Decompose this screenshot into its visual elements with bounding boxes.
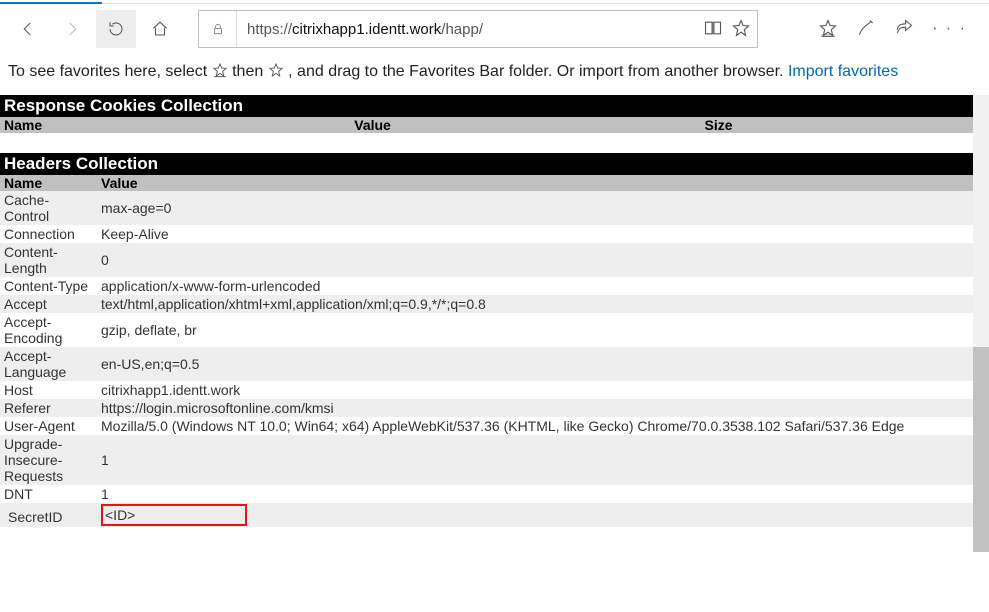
table-row-highlighted: SecretID <ID>: [0, 503, 973, 527]
notes-icon[interactable]: [856, 18, 876, 41]
table-row: Refererhttps://login.microsoftonline.com…: [0, 399, 973, 417]
section-gap: [0, 133, 973, 153]
fav-text-mid1: then: [232, 63, 268, 80]
table-row: Accepttext/html,application/xhtml+xml,ap…: [0, 295, 973, 313]
hdr-name: Referer: [0, 399, 97, 417]
table-row: User-AgentMozilla/5.0 (Windows NT 10.0; …: [0, 417, 973, 435]
hdr-value: 1: [97, 485, 973, 503]
cookies-title: Response Cookies Collection: [0, 95, 973, 117]
highlight-annotation: <ID>: [101, 504, 247, 526]
col-cookie-size: Size: [701, 117, 973, 133]
hdr-value: 1: [97, 435, 973, 485]
lock-icon: [199, 11, 237, 47]
cookies-header-row: Name Value Size: [0, 117, 973, 133]
table-row: Hostcitrixhapp1.identt.work: [0, 381, 973, 399]
table-row: Content-Typeapplication/x-www-form-urlen…: [0, 277, 973, 295]
hdr-name: Accept-Language: [0, 347, 97, 381]
headers-title: Headers Collection: [0, 153, 973, 175]
cookies-table: Name Value Size: [0, 117, 973, 133]
address-bar[interactable]: https://citrixhapp1.identt.work/happ/: [198, 10, 758, 48]
hdr-value: gzip, deflate, br: [97, 313, 973, 347]
hdr-name: Content-Type: [0, 277, 97, 295]
table-row: Cache-Controlmax-age=0: [0, 191, 973, 225]
hdr-value: application/x-www-form-urlencoded: [97, 277, 973, 295]
page-content: Response Cookies Collection Name Value S…: [0, 95, 973, 552]
active-tab-indicator: [0, 2, 102, 4]
url-host: citrixhapp1.identt.work: [292, 21, 441, 38]
hdr-name: Host: [0, 381, 97, 399]
table-row: Accept-Encodinggzip, deflate, br: [0, 313, 973, 347]
forward-button[interactable]: [52, 10, 92, 48]
favorites-hint: To see favorites here, select then , and…: [0, 58, 989, 95]
fav-text-prefix: To see favorites here, select: [8, 63, 212, 80]
browser-toolbar: https://citrixhapp1.identt.work/happ/ · …: [0, 4, 989, 58]
content-row: Response Cookies Collection Name Value S…: [0, 95, 989, 552]
hdr-name: Upgrade-Insecure-Requests: [0, 435, 97, 485]
star-small-2-icon: [268, 62, 284, 83]
more-icon[interactable]: · · ·: [932, 20, 967, 38]
refresh-button[interactable]: [96, 10, 136, 48]
share-icon[interactable]: [894, 18, 914, 41]
hdr-value: citrixhapp1.identt.work: [97, 381, 973, 399]
hdr-name: Accept-Encoding: [0, 313, 97, 347]
hdr-value: Mozilla/5.0 (Windows NT 10.0; Win64; x64…: [97, 417, 973, 435]
scrollbar-thumb[interactable]: [973, 347, 989, 552]
hdr-name: SecretID: [4, 505, 93, 525]
star-small-1-icon: [212, 62, 228, 83]
url-path: /happ/: [441, 21, 483, 38]
headers-table: Name Value Cache-Controlmax-age=0 Connec…: [0, 175, 973, 527]
hdr-value: en-US,en;q=0.5: [97, 347, 973, 381]
hdr-value: <ID>: [105, 507, 135, 523]
table-row: Content-Length0: [0, 243, 973, 277]
url-scheme: https://: [247, 21, 292, 38]
hdr-value: Keep-Alive: [97, 225, 973, 243]
hdr-value: max-age=0: [97, 191, 973, 225]
hdr-value: https://login.microsoftonline.com/kmsi: [97, 399, 973, 417]
import-favorites-link[interactable]: Import favorites: [788, 63, 898, 80]
hdr-name: User-Agent: [0, 417, 97, 435]
favorite-star-icon[interactable]: [731, 18, 751, 41]
col-cookie-value: Value: [350, 117, 700, 133]
home-button[interactable]: [140, 10, 180, 48]
url-text[interactable]: https://citrixhapp1.identt.work/happ/: [237, 21, 703, 38]
hdr-name: Content-Length: [0, 243, 97, 277]
tab-strip: [0, 0, 989, 4]
table-row: DNT1: [0, 485, 973, 503]
back-button[interactable]: [8, 10, 48, 48]
scrollbar-track[interactable]: [973, 95, 989, 552]
hdr-value: 0: [97, 243, 973, 277]
fav-text-mid2: , and drag to the Favorites Bar folder. …: [288, 63, 788, 80]
col-header-name: Name: [0, 175, 97, 191]
hdr-name: DNT: [0, 485, 97, 503]
hdr-name: Cache-Control: [0, 191, 97, 225]
table-row: Accept-Languageen-US,en;q=0.5: [0, 347, 973, 381]
hdr-name: Accept: [0, 295, 97, 313]
hdr-value: text/html,application/xhtml+xml,applicat…: [97, 295, 973, 313]
col-cookie-name: Name: [0, 117, 350, 133]
favorites-panel-icon[interactable]: [818, 18, 838, 41]
toolbar-right-icons: · · ·: [818, 18, 981, 41]
table-row: ConnectionKeep-Alive: [0, 225, 973, 243]
hdr-name: Connection: [0, 225, 97, 243]
reading-view-icon[interactable]: [703, 18, 723, 41]
table-row: Upgrade-Insecure-Requests1: [0, 435, 973, 485]
col-header-value: Value: [97, 175, 973, 191]
headers-header-row: Name Value: [0, 175, 973, 191]
